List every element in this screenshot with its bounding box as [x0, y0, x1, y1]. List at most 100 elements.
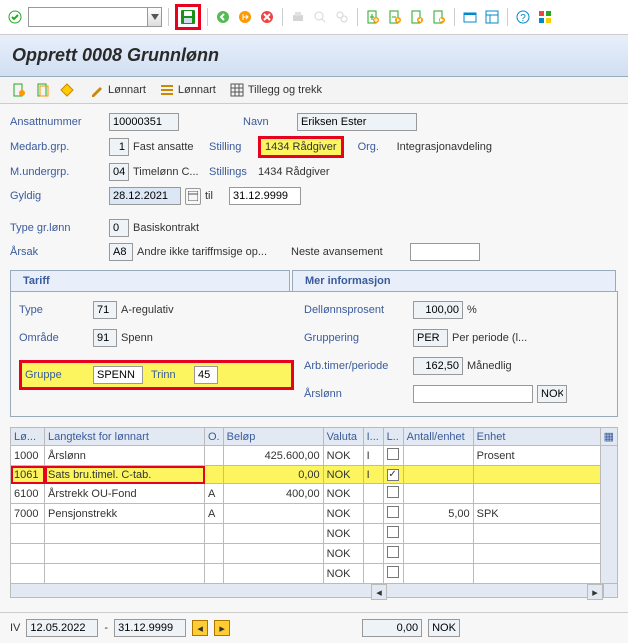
grid-scrollbar[interactable] [600, 446, 617, 584]
type-field[interactable] [93, 301, 117, 319]
cell-lo[interactable]: 1000 [11, 446, 45, 466]
gyldig-til-field[interactable] [229, 187, 301, 205]
cell-i[interactable] [363, 544, 383, 564]
cell-enhet[interactable]: SPK [473, 504, 600, 524]
cancel-icon[interactable] [258, 8, 276, 26]
cell-lo[interactable] [11, 524, 45, 544]
cell-o[interactable]: A [205, 484, 224, 504]
cell-antall[interactable] [403, 564, 473, 584]
arsak-field[interactable] [109, 243, 133, 261]
cell-text[interactable]: Årslønn [45, 446, 205, 466]
cell-valuta[interactable]: NOK [323, 564, 363, 584]
arsl-field[interactable] [413, 385, 533, 403]
cell-belop[interactable] [223, 504, 323, 524]
cell-chk[interactable] [383, 466, 403, 484]
tillegg-button[interactable]: Tillegg og trekk [230, 83, 322, 97]
cell-belop[interactable]: 425.600,00 [223, 446, 323, 466]
next-record-icon[interactable]: ▸ [214, 620, 230, 636]
cell-antall[interactable] [403, 544, 473, 564]
table-row[interactable]: 1000Årslønn 425.600,00NOKI Prosent [11, 446, 618, 466]
cell-antall[interactable] [403, 484, 473, 504]
tab-mer[interactable]: Mer informasjon [292, 270, 616, 291]
gruppe-field[interactable] [93, 366, 143, 384]
save-icon[interactable] [179, 8, 197, 26]
col-valuta[interactable]: Valuta [323, 428, 363, 446]
cell-enhet[interactable] [473, 524, 600, 544]
cell-lo[interactable]: 1061 [11, 466, 45, 484]
cell-i[interactable]: I [363, 466, 383, 484]
col-belop[interactable]: Beløp [223, 428, 323, 446]
grup-field[interactable] [413, 329, 448, 347]
cell-valuta[interactable]: NOK [323, 484, 363, 504]
cell-belop[interactable] [223, 544, 323, 564]
last-page-icon[interactable] [430, 8, 448, 26]
cell-chk[interactable] [383, 504, 403, 524]
tab-tariff[interactable]: Tariff [10, 270, 290, 291]
cell-valuta[interactable]: NOK [323, 446, 363, 466]
lonnart-button-1[interactable]: Lønnart [90, 83, 146, 97]
cell-enhet[interactable] [473, 564, 600, 584]
command-dropdown[interactable] [148, 7, 162, 27]
medarb-field[interactable] [109, 138, 129, 156]
cell-chk[interactable] [383, 564, 403, 584]
wage-grid[interactable]: Lø... Langtekst for lønnart O. Beløp Val… [10, 427, 618, 584]
footer-date1[interactable] [26, 619, 98, 637]
cell-text[interactable] [45, 544, 205, 564]
cell-o[interactable] [205, 524, 224, 544]
first-page-icon[interactable] [364, 8, 382, 26]
cell-i[interactable]: I [363, 446, 383, 466]
cell-enhet[interactable] [473, 484, 600, 504]
cell-i[interactable] [363, 524, 383, 544]
doc-copy-icon[interactable] [34, 81, 52, 99]
prev-page-icon[interactable] [386, 8, 404, 26]
dell-field[interactable] [413, 301, 463, 319]
table-row[interactable]: NOK [11, 544, 618, 564]
new-session-icon[interactable] [461, 8, 479, 26]
cell-belop[interactable] [223, 564, 323, 584]
typegr-field[interactable] [109, 219, 129, 237]
cell-belop[interactable]: 0,00 [223, 466, 323, 484]
col-lo[interactable]: Lø... [11, 428, 45, 446]
col-enhet[interactable]: Enhet [473, 428, 600, 446]
col-l[interactable]: L.. [383, 428, 403, 446]
cell-valuta[interactable]: NOK [323, 504, 363, 524]
table-row[interactable]: NOK [11, 564, 618, 584]
cell-text[interactable]: Pensjonstrekk [45, 504, 205, 524]
cell-valuta[interactable]: NOK [323, 524, 363, 544]
footer-date2[interactable] [114, 619, 186, 637]
layout-icon[interactable] [483, 8, 501, 26]
cell-chk[interactable] [383, 446, 403, 466]
config-column-icon[interactable]: ▦ [600, 428, 617, 446]
cell-i[interactable] [363, 564, 383, 584]
cell-enhet[interactable]: Prosent [473, 446, 600, 466]
cell-text[interactable]: Årstrekk OU-Fond [45, 484, 205, 504]
cell-text[interactable] [45, 524, 205, 544]
munder-field[interactable] [109, 163, 129, 181]
cell-antall[interactable]: 5,00 [403, 504, 473, 524]
cell-valuta[interactable]: NOK [323, 466, 363, 484]
back-icon[interactable] [214, 8, 232, 26]
cell-o[interactable] [205, 564, 224, 584]
cell-chk[interactable] [383, 484, 403, 504]
table-row[interactable]: 6100Årstrekk OU-FondA400,00NOK [11, 484, 618, 504]
cell-lo[interactable]: 7000 [11, 504, 45, 524]
table-row[interactable]: NOK [11, 524, 618, 544]
scroll-left-icon[interactable]: ◂ [371, 584, 387, 600]
doc-create-icon[interactable] [10, 81, 28, 99]
help-icon[interactable]: ? [514, 8, 532, 26]
omrade-field[interactable] [93, 329, 117, 347]
cell-lo[interactable] [11, 544, 45, 564]
table-row[interactable]: 1061Sats bru.timel. C-tab.0,00NOKI [11, 466, 618, 484]
trinn-field[interactable] [194, 366, 218, 384]
arb-field[interactable] [413, 357, 463, 375]
neste-avansement-field[interactable] [410, 243, 480, 261]
cell-chk[interactable] [383, 544, 403, 564]
cell-lo[interactable] [11, 564, 45, 584]
ok-icon[interactable] [6, 8, 24, 26]
prev-record-icon[interactable]: ◂ [192, 620, 208, 636]
lonnart-button-2[interactable]: Lønnart [160, 83, 216, 97]
cell-text[interactable] [45, 564, 205, 584]
table-row[interactable]: 7000PensjonstrekkA NOK 5,00SPK [11, 504, 618, 524]
cell-o[interactable]: A [205, 504, 224, 524]
gyldig-fra-field[interactable] [109, 187, 181, 205]
